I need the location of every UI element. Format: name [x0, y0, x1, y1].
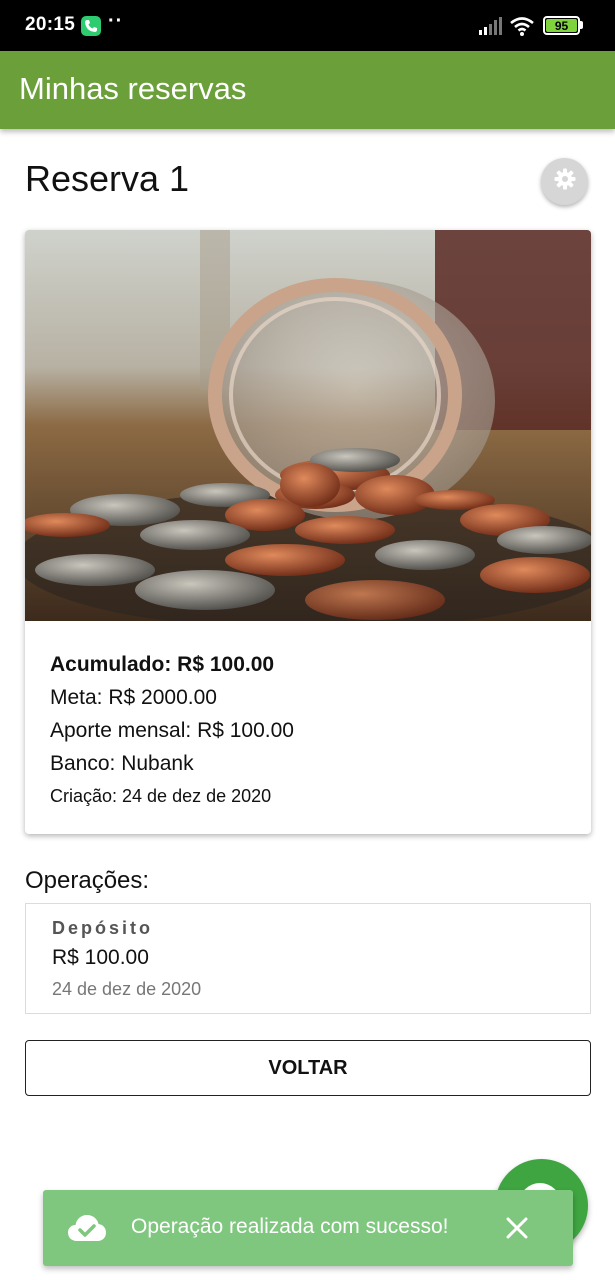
bank-name: Banco: Nubank — [50, 752, 194, 775]
snackbar: Operação realizada com sucesso! — [43, 1190, 573, 1266]
call-icon — [81, 16, 101, 36]
battery-icon: 95 — [543, 16, 580, 35]
app-bar: Minhas reservas — [0, 51, 615, 129]
operation-type: Depósito — [52, 918, 154, 938]
settings-button[interactable] — [541, 158, 588, 205]
accumulated-amount: Acumulado: R$ 100.00 — [50, 653, 275, 676]
reservation-card: Acumulado: R$ 100.00 Meta: R$ 2000.00 Ap… — [25, 230, 591, 834]
status-bar: 20:15 ·· 95 — [0, 0, 615, 51]
snackbar-message: Operação realizada com sucesso! — [131, 1215, 449, 1238]
creation-date: Criação: 24 de dez de 2020 — [50, 786, 272, 806]
cloud-check-icon — [67, 1213, 107, 1248]
signal-icon — [478, 16, 502, 41]
battery-level: 95 — [546, 19, 577, 33]
reservation-details: Acumulado: R$ 100.00 Meta: R$ 2000.00 Ap… — [50, 648, 294, 812]
monthly-contribution: Aporte mensal: R$ 100.00 — [50, 719, 294, 742]
operations-title: Operações: — [25, 867, 150, 894]
gear-icon — [553, 167, 577, 196]
wifi-icon — [509, 15, 535, 42]
coins-jar-image — [25, 230, 591, 630]
battery-tip — [580, 21, 583, 29]
app-bar-title: Minhas reservas — [19, 71, 247, 106]
goal-amount: Meta: R$ 2000.00 — [50, 686, 217, 709]
operation-value: R$ 100.00 — [52, 946, 149, 969]
back-button[interactable]: VOLTAR — [25, 1040, 591, 1096]
list-item[interactable]: Depósito R$ 100.00 24 de dez de 2020 — [25, 903, 591, 1014]
reservation-title: Reserva 1 — [25, 158, 190, 199]
close-icon[interactable] — [501, 1212, 533, 1244]
notification-dots: ·· — [108, 10, 124, 32]
operation-date: 24 de dez de 2020 — [52, 979, 202, 999]
status-time: 20:15 — [25, 14, 76, 35]
